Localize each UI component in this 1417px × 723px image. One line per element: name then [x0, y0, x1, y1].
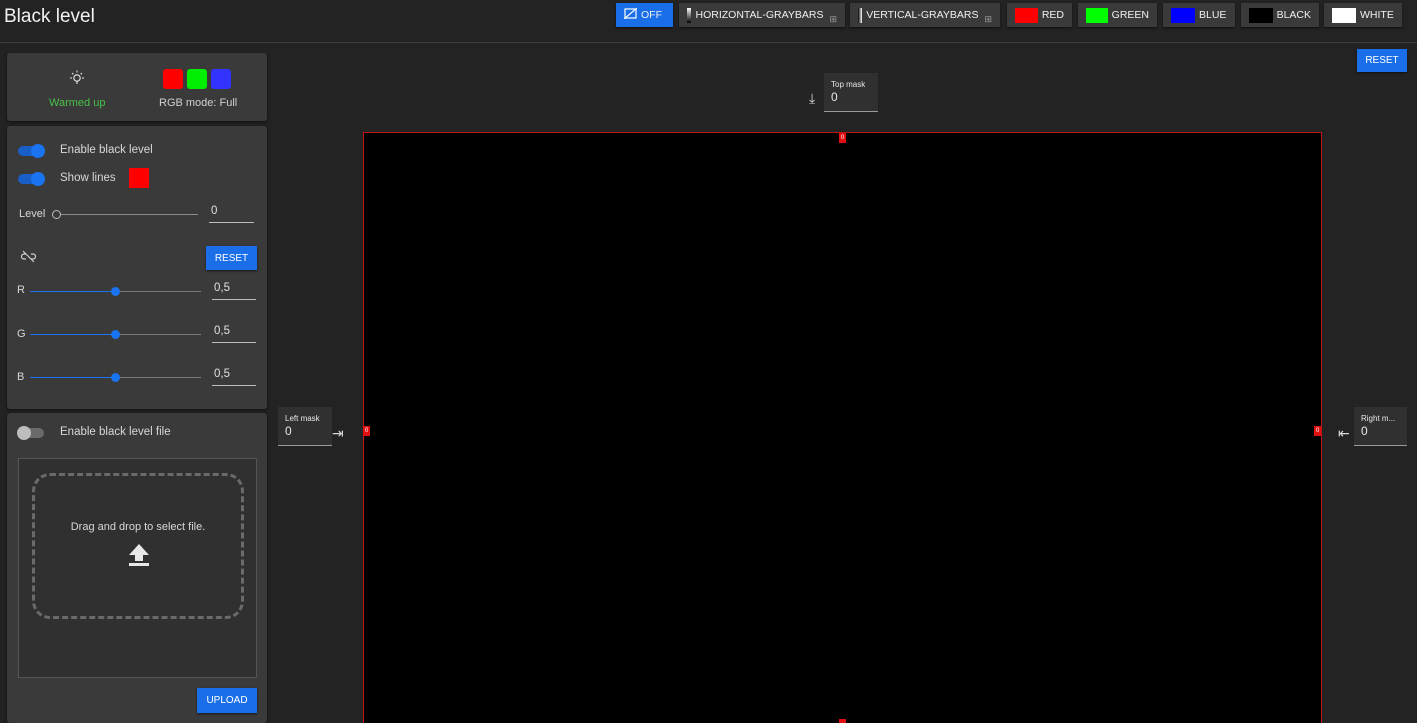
black-pattern-button[interactable]: BLACK	[1241, 3, 1319, 27]
preview-reset-button[interactable]: RESET	[1357, 49, 1407, 72]
enable-black-level-file-label: Enable black level file	[60, 426, 171, 438]
page-title: Black level	[4, 6, 95, 27]
vertical-graybars-label: VERTICAL-GRAYBARS	[866, 9, 979, 21]
line-color-swatch[interactable]	[129, 168, 149, 188]
no-pattern-icon	[623, 7, 638, 22]
black-level-preview	[363, 132, 1322, 723]
left-line-marker[interactable]: 0	[363, 426, 370, 436]
level-slider-thumb[interactable]	[52, 210, 61, 219]
grid-options-icon[interactable]: ⊞	[829, 14, 837, 25]
right-mask-value[interactable]: 0	[1361, 424, 1368, 438]
lightbulb-icon	[69, 70, 85, 89]
white-pattern-button[interactable]: WHITE	[1324, 3, 1402, 27]
channel-r-slider-fill[interactable]	[30, 291, 116, 292]
status-panel: Warmed up RGB mode: Full	[7, 53, 267, 121]
top-mask-input[interactable]: Top mask 0	[824, 73, 878, 112]
left-mask-input[interactable]: Left mask 0	[278, 407, 332, 446]
file-dropzone-area[interactable]: Drag and drop to select file.	[32, 473, 244, 619]
header-divider	[0, 42, 1417, 43]
level-slider-track[interactable]	[56, 214, 198, 215]
channel-r-slider-thumb[interactable]	[111, 287, 120, 296]
left-mask-label: Left mask	[285, 414, 320, 423]
channel-g-slider-fill[interactable]	[30, 334, 116, 335]
top-mask-value[interactable]: 0	[831, 90, 838, 104]
rgb-green-square	[187, 69, 207, 89]
arrow-down-to-line-icon: ⤓	[809, 90, 816, 106]
channel-b-value-field[interactable]: 0,5	[212, 368, 256, 386]
white-pattern-label: WHITE	[1360, 9, 1394, 21]
unlink-icon[interactable]	[20, 250, 37, 266]
right-mask-input[interactable]: Right m... 0	[1354, 407, 1407, 446]
drop-instructions: Drag and drop to select file.	[70, 521, 206, 533]
rgb-mode-label: RGB mode: Full	[159, 97, 238, 109]
black-swatch	[1249, 7, 1273, 23]
enable-black-level-label: Enable black level	[60, 144, 153, 156]
horizontal-graybars-button[interactable]: HORIZONTAL-GRAYBARS ⊞	[679, 3, 845, 27]
show-lines-label: Show lines	[60, 172, 116, 184]
red-swatch	[1015, 7, 1038, 23]
arrow-left-to-line-icon: ⇤	[1338, 425, 1350, 441]
enable-black-level-file-toggle[interactable]	[17, 426, 44, 440]
blue-pattern-button[interactable]: BLUE	[1163, 3, 1235, 27]
horizontal-graybars-label: HORIZONTAL-GRAYBARS	[695, 9, 824, 21]
top-line-marker[interactable]: 0	[839, 133, 846, 143]
channel-g-value-field[interactable]: 0,5	[212, 325, 256, 343]
pattern-off-button[interactable]: OFF	[616, 3, 673, 27]
green-pattern-button[interactable]: GREEN	[1078, 3, 1157, 27]
bottom-line-marker[interactable]	[839, 719, 846, 723]
channel-g-slider-thumb[interactable]	[111, 330, 120, 339]
vertical-gradient-swatch	[858, 7, 863, 23]
green-swatch	[1086, 7, 1108, 23]
black-level-panel: Enable black level Show lines Level 0 RE…	[7, 126, 267, 409]
pattern-off-label: OFF	[641, 9, 662, 21]
arrow-right-to-line-icon: ⇥	[332, 425, 344, 441]
enable-black-level-toggle[interactable]	[18, 144, 45, 158]
level-value-field[interactable]: 0	[209, 205, 254, 223]
rgb-blue-square	[211, 69, 231, 89]
channel-b-slider-fill[interactable]	[30, 377, 116, 378]
channel-r-value-field[interactable]: 0,5	[212, 282, 256, 300]
right-line-marker[interactable]: 0	[1314, 426, 1321, 436]
channel-r-slider-track[interactable]	[116, 291, 201, 292]
show-lines-toggle[interactable]	[18, 172, 45, 186]
vertical-graybars-button[interactable]: VERTICAL-GRAYBARS ⊞	[850, 3, 1000, 27]
blue-swatch	[1171, 7, 1195, 23]
blue-pattern-label: BLUE	[1199, 9, 1227, 21]
channel-b-slider-track[interactable]	[116, 377, 201, 378]
level-label: Level	[19, 208, 46, 220]
white-swatch	[1332, 7, 1356, 23]
green-pattern-label: GREEN	[1111, 9, 1149, 21]
right-mask-label: Right m...	[1361, 414, 1396, 423]
grid-options-icon[interactable]: ⊞	[984, 14, 992, 25]
left-mask-value[interactable]: 0	[285, 424, 292, 438]
channel-b-slider-thumb[interactable]	[111, 373, 120, 382]
black-pattern-label: BLACK	[1276, 9, 1311, 21]
channel-b-label: B	[17, 371, 25, 383]
upload-arrow-icon	[128, 543, 150, 570]
red-pattern-label: RED	[1041, 9, 1064, 21]
upload-button[interactable]: UPLOAD	[197, 688, 257, 713]
black-level-file-panel: Enable black level file Drag and drop to…	[7, 413, 267, 723]
red-pattern-button[interactable]: RED	[1007, 3, 1072, 27]
channel-g-slider-track[interactable]	[116, 334, 201, 335]
channel-g-label: G	[17, 328, 26, 340]
channel-reset-button[interactable]: RESET	[206, 246, 257, 270]
top-mask-label: Top mask	[831, 80, 866, 89]
warm-status-label: Warmed up	[49, 97, 106, 109]
horizontal-gradient-swatch	[687, 7, 692, 23]
rgb-red-square	[163, 69, 183, 89]
file-dropzone[interactable]: Drag and drop to select file.	[18, 458, 257, 678]
channel-r-label: R	[17, 284, 25, 296]
